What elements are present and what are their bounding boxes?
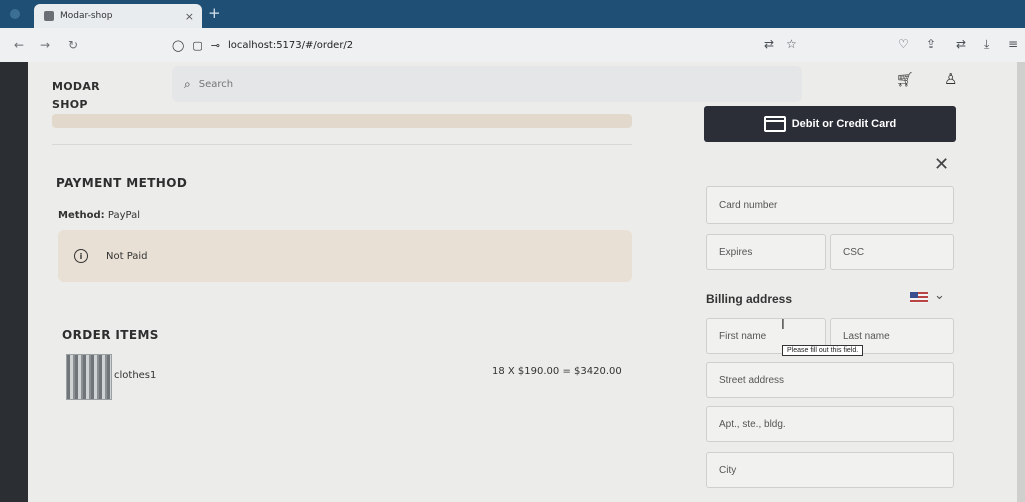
chevron-down-icon[interactable]: ⌄ [934, 288, 945, 303]
pocket-icon[interactable]: ♡ [898, 37, 909, 51]
translate-toolbar-icon[interactable]: ⇄ [956, 37, 966, 51]
info-icon: i [74, 249, 88, 263]
csc-field[interactable]: CSC [830, 234, 954, 270]
credit-card-icon [763, 116, 786, 132]
debit-credit-card-button[interactable]: Debit or Credit Card [704, 106, 956, 142]
city-placeholder: City [719, 464, 737, 476]
order-items-title: ORDER ITEMS [62, 328, 159, 342]
debit-credit-card-label: Debit or Credit Card [791, 118, 897, 130]
bookmark-star-icon[interactable]: ☆ [786, 37, 797, 51]
page-icon[interactable]: ▢ [192, 39, 202, 52]
shield-icon[interactable]: ◯ [172, 39, 184, 52]
screen-left-bezel [0, 62, 28, 502]
apt-field[interactable]: Apt., ste., bldg. [706, 406, 954, 442]
tab-title: Modar-shop [60, 11, 113, 21]
divider [52, 144, 632, 145]
tab-close-icon[interactable]: × [185, 10, 194, 23]
expires-field[interactable]: Expires [706, 234, 826, 270]
search-bar[interactable]: ⌕ [172, 66, 802, 102]
url-text[interactable]: localhost:5173/#/order/2 [228, 40, 353, 51]
key-icon[interactable]: ⊸ [211, 39, 220, 52]
cart-icon[interactable]: 🛒︎ [896, 72, 914, 88]
csc-placeholder: CSC [843, 246, 865, 258]
search-icon: ⌕ [184, 76, 191, 91]
url-bar[interactable]: ◯ ▢ ⊸ localhost:5173/#/order/2 [172, 34, 812, 56]
app-page: MODAR SHOP ⌕ 🛒︎ ♙ PAYMENT METHOD Method:… [0, 62, 1025, 502]
method-label: Method: [58, 210, 105, 221]
translate-icon[interactable]: ⇄ [764, 37, 774, 51]
menu-icon[interactable]: ≡ [1008, 37, 1018, 51]
billing-address-label: Billing address [706, 292, 793, 306]
us-flag-icon[interactable] [910, 292, 928, 303]
brand-logo[interactable]: MODAR SHOP [52, 78, 132, 114]
card-number-field[interactable]: Card number [706, 186, 954, 224]
download-icon[interactable]: ⤓ [984, 37, 989, 52]
window-menu-icon[interactable] [10, 9, 20, 19]
back-icon[interactable]: ← [14, 38, 24, 52]
browser-nav-bar: ← → ↻ ◯ ▢ ⊸ localhost:5173/#/order/2 ⇄ ☆… [0, 28, 1025, 62]
shipping-status-strip [52, 114, 632, 128]
validation-tooltip: Please fill out this field. [782, 345, 864, 356]
item-image [66, 354, 112, 400]
payment-method-line: Method: PayPal [58, 210, 140, 221]
card-number-placeholder: Card number [719, 199, 778, 211]
street-address-field[interactable]: Street address [706, 362, 954, 398]
new-tab-button[interactable]: + [208, 4, 221, 22]
item-name-link[interactable]: clothes1 [114, 370, 156, 381]
apt-placeholder: Apt., ste., bldg. [719, 418, 786, 430]
text-cursor-icon: I [781, 318, 785, 333]
city-field[interactable]: City [706, 452, 954, 488]
expires-placeholder: Expires [719, 246, 753, 258]
tab-favicon-icon [44, 11, 54, 21]
close-icon[interactable]: ✕ [934, 154, 949, 175]
item-price-line: 18 X $190.00 = $3420.00 [492, 366, 622, 377]
payment-status-alert: i Not Paid [58, 230, 632, 282]
extensions-icon[interactable]: ⇪ [926, 37, 936, 51]
search-input[interactable] [196, 77, 601, 91]
browser-tab[interactable]: Modar-shop × [34, 4, 202, 28]
browser-tab-bar: Modar-shop × + [0, 0, 1025, 28]
forward-icon[interactable]: → [40, 38, 50, 52]
reload-icon[interactable]: ↻ [68, 38, 78, 52]
user-icon[interactable]: ♙ [944, 70, 957, 88]
first-name-placeholder: First name [719, 330, 767, 342]
payment-status-text: Not Paid [106, 250, 148, 262]
method-value: PayPal [107, 210, 140, 221]
last-name-placeholder: Last name [843, 330, 890, 342]
scrollbar[interactable] [1017, 62, 1025, 502]
street-address-placeholder: Street address [719, 374, 785, 386]
payment-method-title: PAYMENT METHOD [56, 176, 188, 190]
